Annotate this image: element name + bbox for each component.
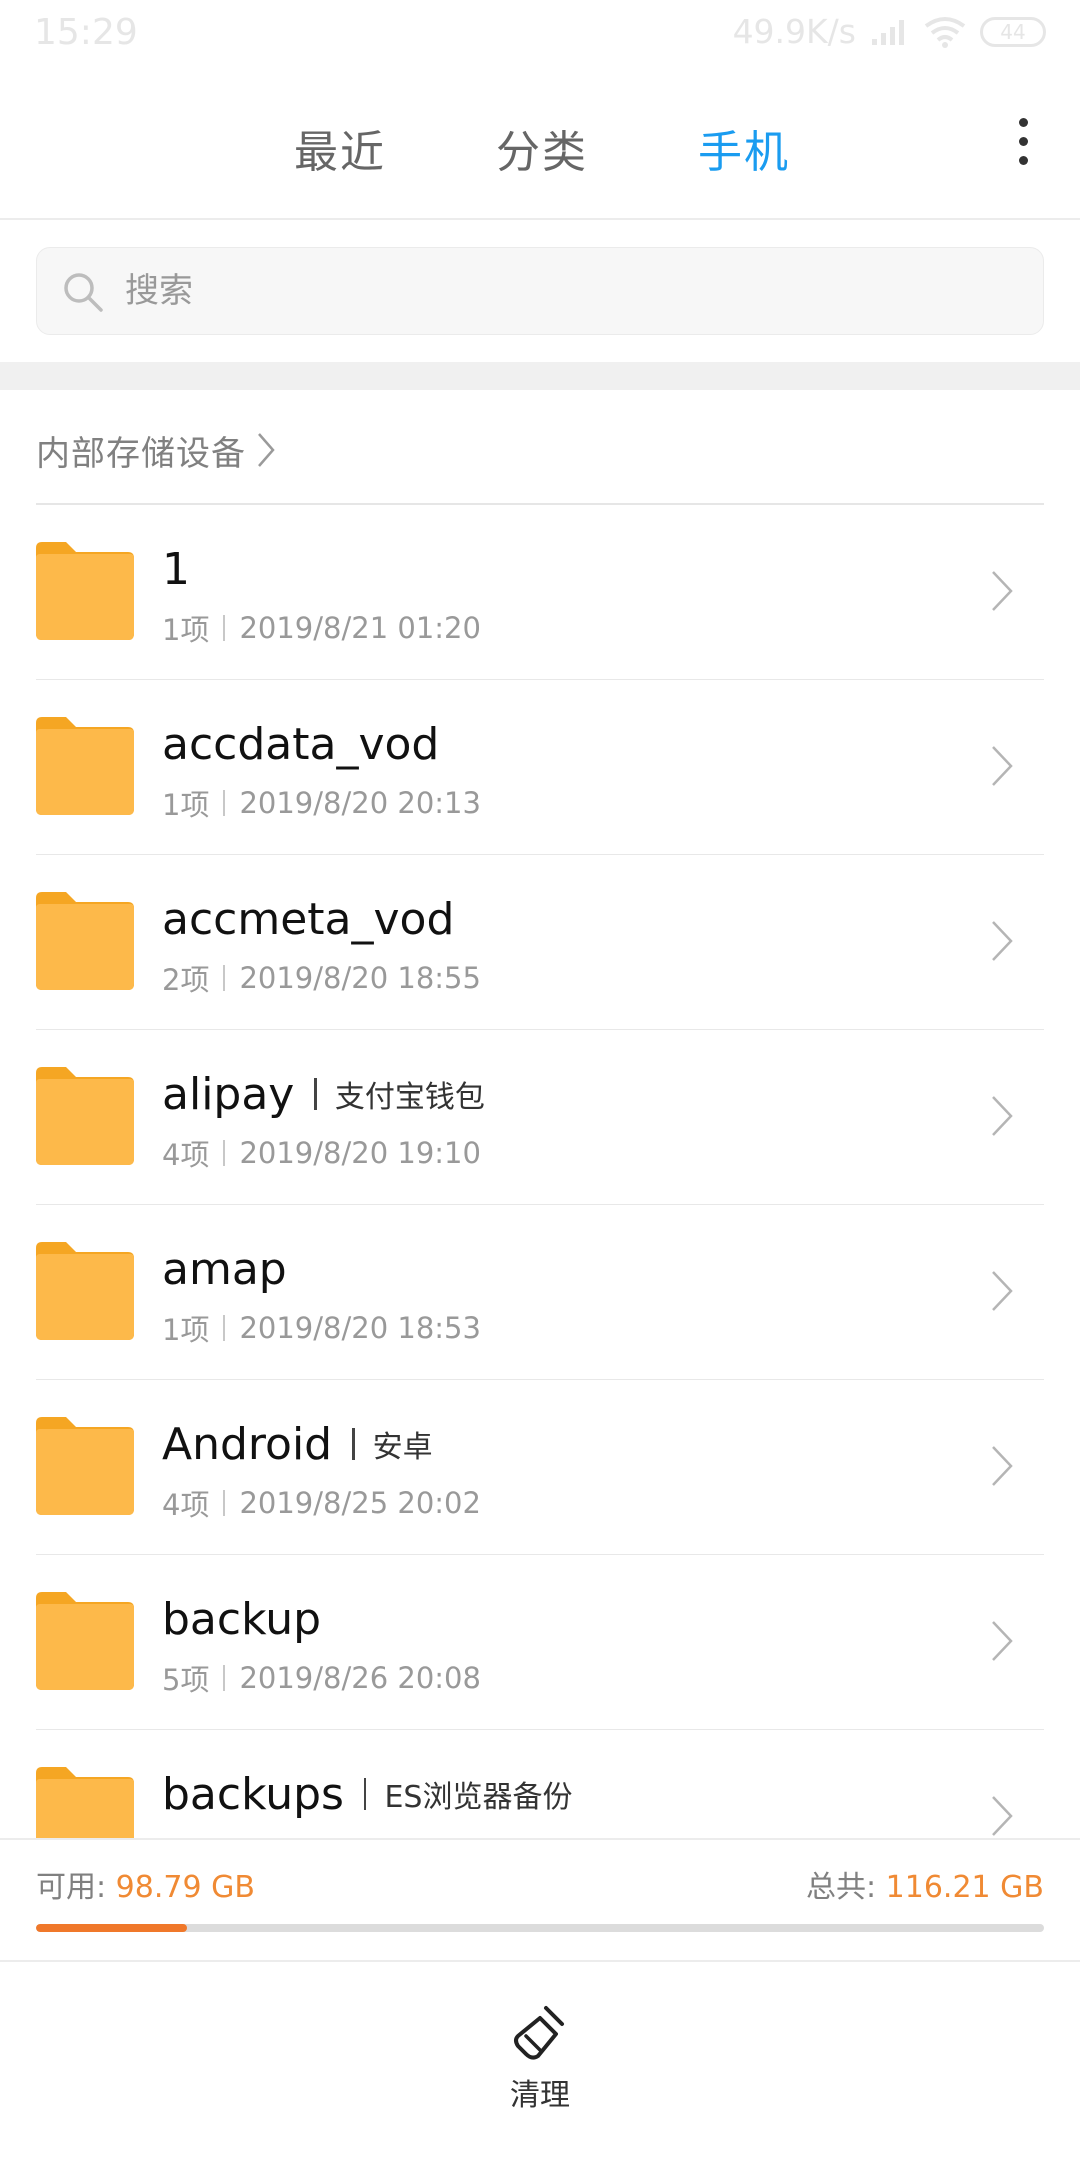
breadcrumb-label: 内部存储设备 bbox=[36, 433, 246, 474]
file-meta: 5项 2019/8/26 20:08 bbox=[162, 1657, 481, 1699]
chevron-right-icon bbox=[992, 1271, 1013, 1311]
file-list: 1 1项 2019/8/21 01:20 accdata_vod 1项 2019… bbox=[0, 505, 1080, 1838]
tab-category[interactable]: 分类 bbox=[496, 116, 588, 180]
file-name: 1 bbox=[162, 543, 190, 595]
broom-icon bbox=[514, 2006, 564, 2060]
file-name: accmeta_vod bbox=[162, 893, 455, 945]
file-meta: 1项 2019/8/21 01:20 bbox=[162, 607, 481, 649]
chevron-right-icon bbox=[992, 1796, 1013, 1836]
file-row[interactable]: accmeta_vod 2项 2019/8/20 18:55 bbox=[0, 855, 1080, 1030]
file-name: backups bbox=[162, 1768, 344, 1820]
storage-total: 总共: 116.21 GB bbox=[806, 1862, 1044, 1906]
meta-separator bbox=[223, 965, 226, 991]
file-date: 2019/8/20 18:55 bbox=[239, 961, 481, 995]
file-row[interactable]: accdata_vod 1项 2019/8/20 20:13 bbox=[0, 680, 1080, 855]
storage-progress-bar bbox=[36, 1924, 1044, 1932]
storage-progress-fill bbox=[36, 1924, 188, 1932]
file-item-count: 4项 bbox=[162, 1138, 210, 1172]
file-date: 2019/8/25 20:02 bbox=[239, 1486, 481, 1520]
file-date: 2019/8/21 01:20 bbox=[239, 611, 481, 645]
status-indicators: 49.9K/s 44 bbox=[733, 12, 1046, 51]
folder-icon bbox=[36, 1592, 134, 1690]
status-time: 15:29 bbox=[34, 12, 138, 53]
folder-icon bbox=[36, 717, 134, 815]
file-row[interactable]: Android 安卓 4项 2019/8/25 20:02 bbox=[0, 1380, 1080, 1555]
alias-separator bbox=[314, 1078, 317, 1110]
search-icon bbox=[64, 273, 103, 312]
file-item-count: 1项 bbox=[162, 1313, 210, 1347]
file-row[interactable]: alipay 支付宝钱包 4项 2019/8/20 19:10 bbox=[0, 1030, 1080, 1205]
folder-icon bbox=[36, 892, 134, 990]
battery-indicator: 44 bbox=[980, 16, 1046, 47]
file-date: 2019/8/26 20:08 bbox=[239, 1661, 481, 1695]
section-gap bbox=[0, 362, 1080, 390]
file-alias: ES浏览器备份 bbox=[384, 1780, 573, 1815]
wifi-icon bbox=[924, 16, 966, 48]
chevron-right-icon bbox=[992, 1621, 1013, 1661]
storage-total-label: 总共: bbox=[806, 1870, 877, 1905]
file-item-count: 2项 bbox=[162, 963, 210, 997]
search-box[interactable] bbox=[36, 247, 1044, 335]
status-bar: 15:29 49.9K/s 44 bbox=[0, 0, 1080, 70]
file-name: Android bbox=[162, 1418, 333, 1470]
more-options-icon[interactable] bbox=[1018, 118, 1030, 168]
meta-separator bbox=[223, 1140, 226, 1166]
chevron-right-icon bbox=[992, 1446, 1013, 1486]
tab-phone[interactable]: 手机 bbox=[698, 116, 790, 180]
file-row[interactable]: backup 5项 2019/8/26 20:08 bbox=[0, 1555, 1080, 1730]
file-alias: 支付宝钱包 bbox=[334, 1080, 485, 1115]
meta-separator bbox=[223, 790, 226, 816]
breadcrumb[interactable]: 内部存储设备 bbox=[36, 420, 276, 480]
folder-icon bbox=[36, 542, 134, 640]
meta-separator bbox=[223, 1490, 226, 1516]
bottom-action-bar: 清理 bbox=[0, 1960, 1080, 2160]
file-item-count: 1项 bbox=[162, 788, 210, 822]
storage-free-label: 可用: bbox=[36, 1870, 107, 1905]
file-item-count: 4项 bbox=[162, 1488, 210, 1522]
file-name: amap bbox=[162, 1243, 287, 1295]
storage-total-value: 116.21 GB bbox=[885, 1870, 1044, 1905]
meta-separator bbox=[223, 1315, 226, 1341]
storage-summary: 可用: 98.79 GB 总共: 116.21 GB bbox=[0, 1838, 1080, 1960]
file-meta: 1项 2019/8/20 20:13 bbox=[162, 782, 481, 824]
clean-label: 清理 bbox=[510, 2078, 570, 2113]
chevron-right-icon bbox=[992, 746, 1013, 786]
file-row[interactable]: amap 1项 2019/8/20 18:53 bbox=[0, 1205, 1080, 1380]
chevron-right-icon bbox=[258, 433, 275, 467]
alias-separator bbox=[363, 1778, 367, 1810]
file-name: backup bbox=[162, 1593, 322, 1645]
alias-separator bbox=[352, 1428, 355, 1460]
folder-icon bbox=[36, 1067, 134, 1165]
file-name: alipay bbox=[162, 1068, 295, 1120]
file-item-count: 1项 bbox=[162, 613, 210, 647]
file-name: accdata_vod bbox=[162, 718, 440, 770]
storage-free-value: 98.79 GB bbox=[115, 1870, 255, 1905]
search-input[interactable] bbox=[125, 248, 1005, 334]
chevron-right-icon bbox=[992, 921, 1013, 961]
clean-button[interactable]: 清理 bbox=[490, 2004, 590, 2124]
file-date: 2019/8/20 18:53 bbox=[239, 1311, 481, 1345]
file-meta: 4项 2019/8/20 19:10 bbox=[162, 1132, 481, 1174]
file-meta: 4项 2019/8/25 20:02 bbox=[162, 1482, 481, 1524]
file-meta: 2项 2019/8/20 18:55 bbox=[162, 957, 481, 999]
chevron-right-icon bbox=[992, 1096, 1013, 1136]
file-row[interactable]: backups ES浏览器备份 bbox=[0, 1730, 1080, 1838]
chevron-right-icon bbox=[992, 571, 1013, 611]
file-date: 2019/8/20 19:10 bbox=[239, 1136, 481, 1170]
storage-free: 可用: 98.79 GB bbox=[36, 1862, 255, 1906]
meta-separator bbox=[223, 615, 226, 641]
top-tab-bar: 最近 分类 手机 bbox=[0, 70, 1080, 220]
signal-icon bbox=[872, 19, 904, 45]
meta-separator bbox=[223, 1665, 226, 1691]
folder-icon bbox=[36, 1767, 134, 1838]
folder-icon bbox=[36, 1242, 134, 1340]
file-date: 2019/8/20 20:13 bbox=[239, 786, 481, 820]
file-item-count: 5项 bbox=[162, 1663, 210, 1697]
file-alias: 安卓 bbox=[372, 1430, 433, 1465]
network-speed: 49.9K/s bbox=[732, 12, 856, 51]
folder-icon bbox=[36, 1417, 134, 1515]
file-meta: 1项 2019/8/20 18:53 bbox=[162, 1307, 481, 1349]
file-row[interactable]: 1 1项 2019/8/21 01:20 bbox=[0, 505, 1080, 680]
tab-recent[interactable]: 最近 bbox=[294, 116, 386, 180]
